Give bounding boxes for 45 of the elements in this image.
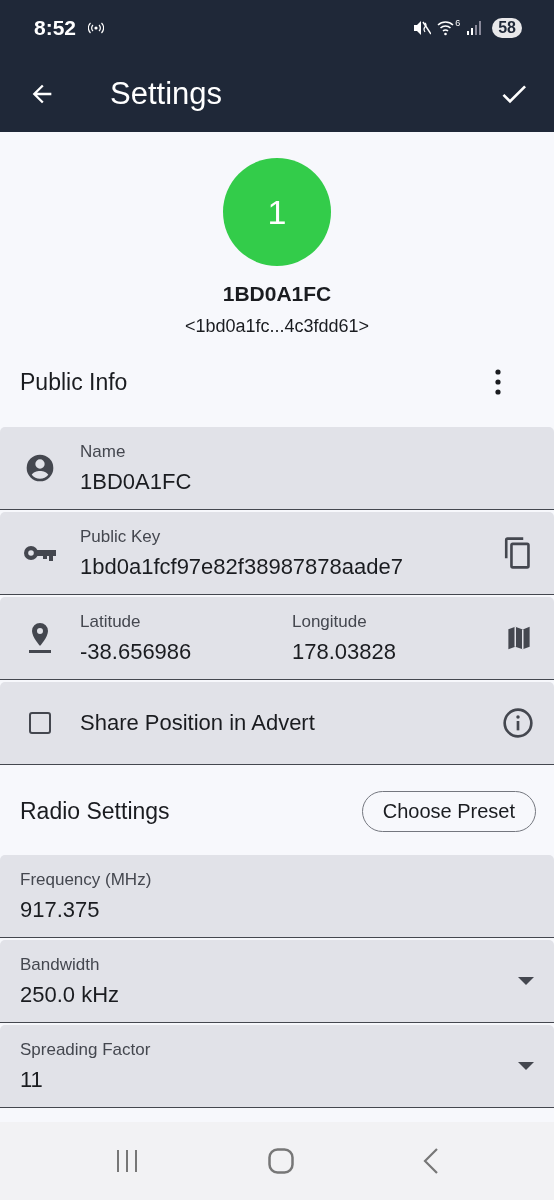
avatar: 1 <box>223 158 331 266</box>
battery-level: 58 <box>492 17 522 38</box>
location-field[interactable]: Latitude -38.656986 Longitude 178.03828 <box>0 597 554 680</box>
field-value: 917.375 <box>20 896 101 923</box>
field-value: 11 <box>20 1066 44 1093</box>
field-label: Frequency (MHz) <box>20 869 153 890</box>
field-label: Name <box>80 441 127 462</box>
home-icon[interactable] <box>268 1148 294 1174</box>
spreading-factor-dropdown[interactable]: Spreading Factor 11 <box>0 1025 554 1108</box>
clock-time: 8:52 <box>34 15 77 40</box>
account-icon <box>24 452 56 484</box>
frequency-field[interactable]: Frequency (MHz) 917.375 <box>0 855 554 938</box>
more-options-icon[interactable] <box>494 369 502 395</box>
field-value: 250.0 kHz <box>20 981 121 1008</box>
mute-icon <box>413 19 432 36</box>
recent-apps-icon[interactable] <box>114 1149 139 1173</box>
field-label: Public Key <box>80 526 162 547</box>
field-label: Latitude <box>80 611 142 632</box>
wifi-icon <box>437 19 456 36</box>
checkbox-label: Share Position in Advert <box>80 710 316 736</box>
key-icon <box>23 543 57 563</box>
dropdown-caret-icon[interactable] <box>518 1062 534 1070</box>
section-title: Radio Settings <box>20 797 170 825</box>
field-value: -38.656986 <box>80 638 193 665</box>
name-field[interactable]: Name 1BD0A1FC <box>0 427 554 510</box>
field-label: Longitude <box>292 611 368 632</box>
location-pin-icon <box>28 622 52 654</box>
field-label: Bandwidth <box>20 954 101 975</box>
field-value: 178.03828 <box>292 638 397 665</box>
field-value: 1bd0a1fcf97e82f38987878aade7 <box>80 553 404 580</box>
signal-icon <box>466 19 483 36</box>
dropdown-caret-icon[interactable] <box>518 977 534 985</box>
field-value: 1BD0A1FC <box>80 468 193 495</box>
screen-title: Settings <box>110 75 223 112</box>
field-label: Spreading Factor <box>20 1039 152 1060</box>
hotspot-icon <box>88 21 105 34</box>
wifi-generation-label: 6 <box>455 17 461 28</box>
public-key-field[interactable]: Public Key 1bd0a1fcf97e82f38987878aade7 <box>0 512 554 595</box>
public-key-short: <1bd0a1fc...4c3fdd61> <box>184 316 370 337</box>
section-title: Public Info <box>20 368 128 396</box>
checkbox[interactable] <box>29 712 51 734</box>
bandwidth-dropdown[interactable]: Bandwidth 250.0 kHz <box>0 940 554 1023</box>
back-icon[interactable] <box>423 1148 440 1174</box>
device-name: 1BD0A1FC <box>222 282 332 306</box>
info-icon[interactable] <box>502 707 534 739</box>
